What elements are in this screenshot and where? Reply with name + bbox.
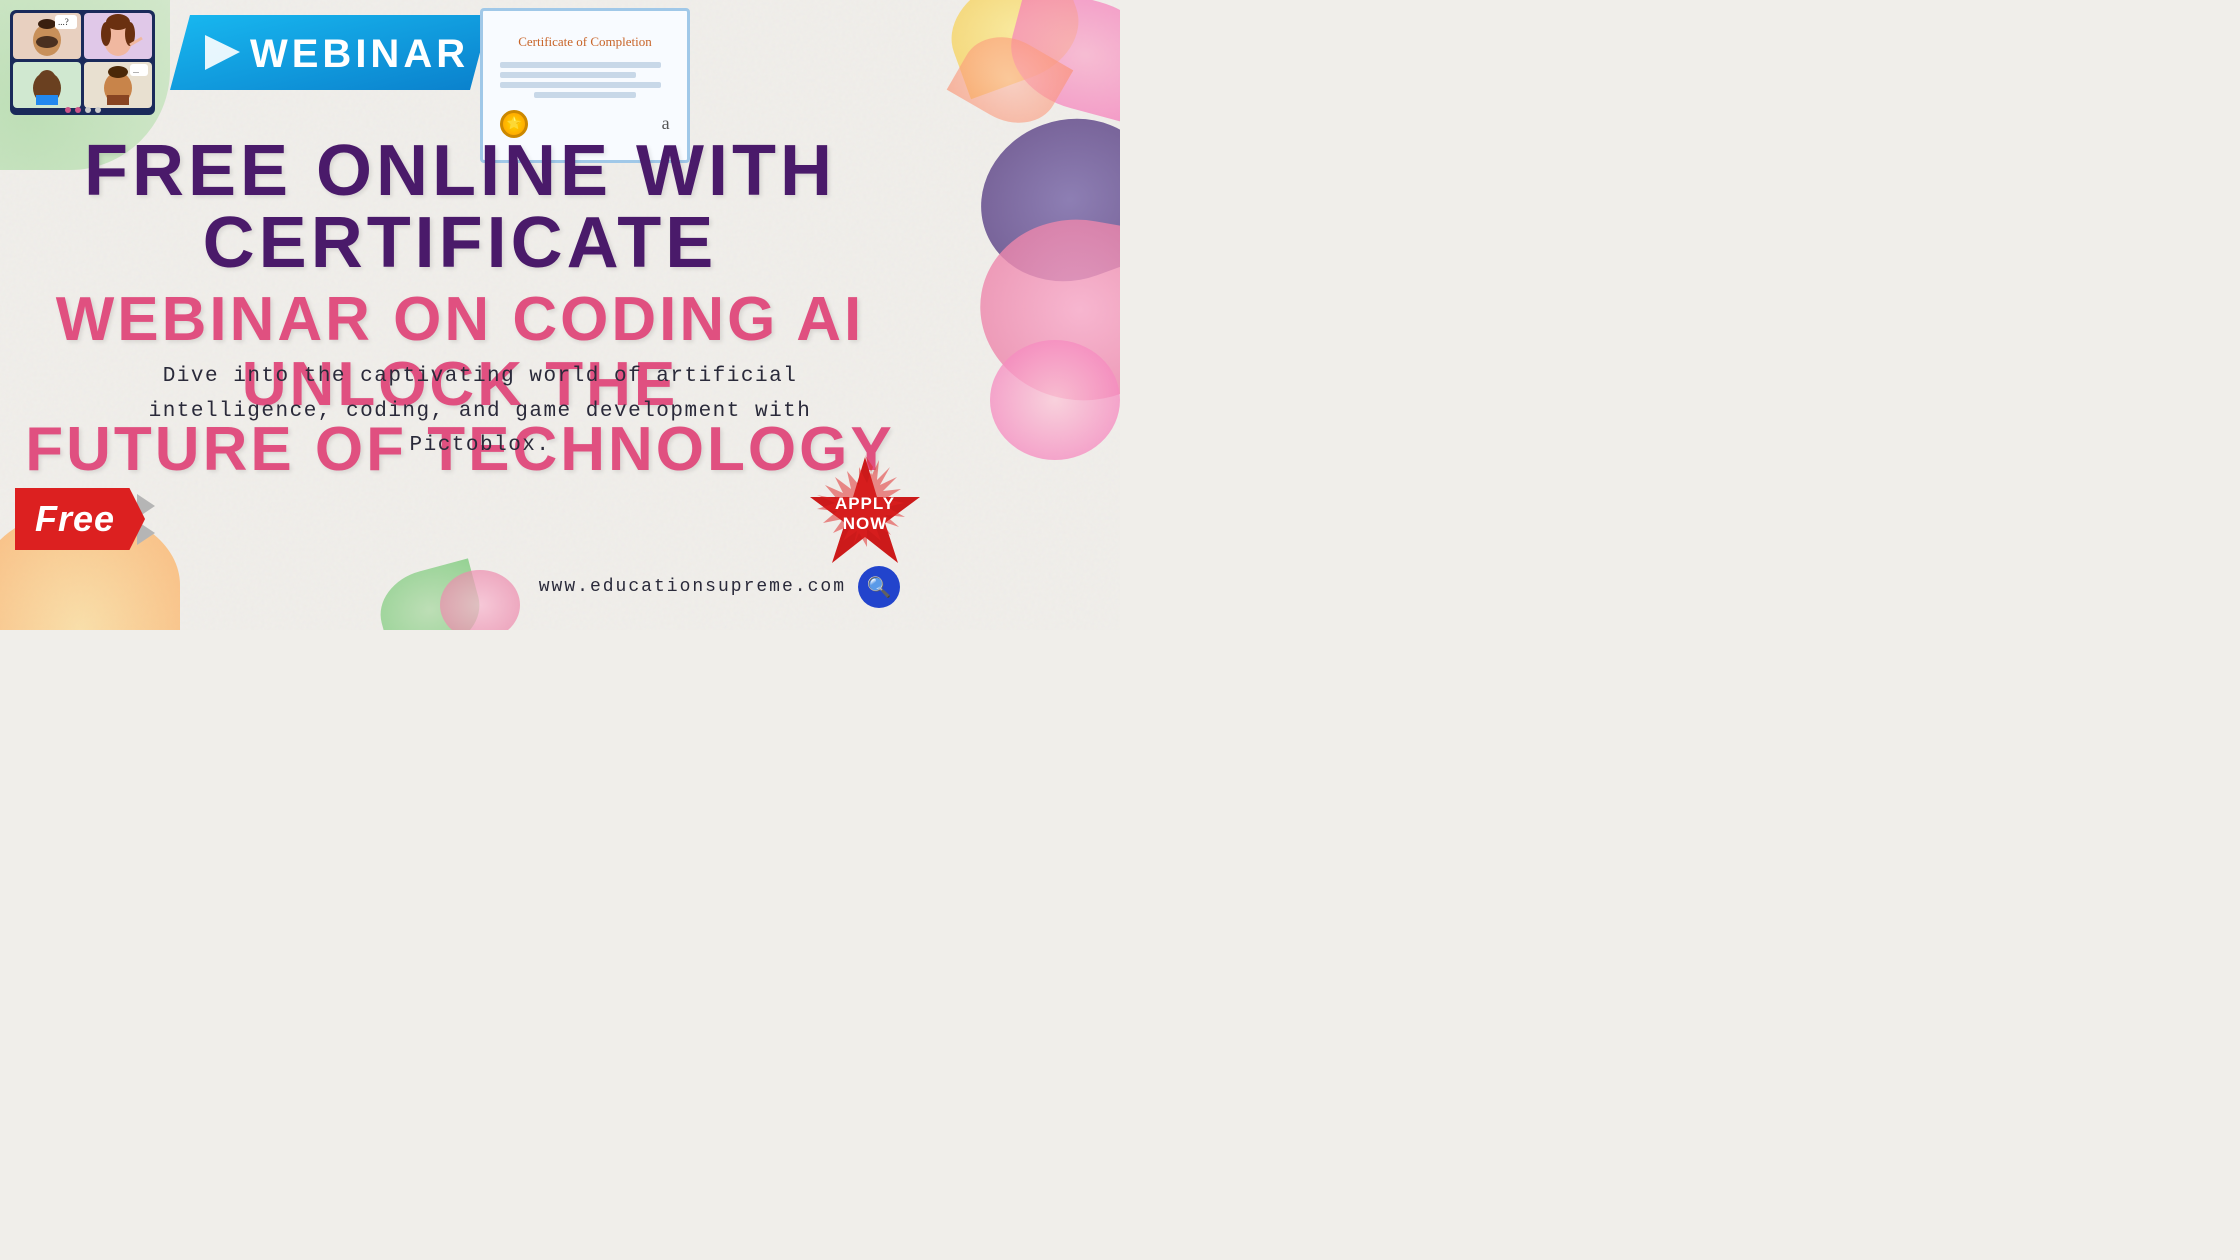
- certificate-title: Certificate of Completion: [518, 34, 652, 50]
- svg-text:NOW: NOW: [843, 514, 888, 533]
- svg-text:APPLY: APPLY: [835, 494, 895, 513]
- footer-website: www.educationsupreme.com 🔍: [539, 566, 900, 608]
- apply-now-container[interactable]: APPLY NOW: [805, 455, 925, 575]
- deco-bottom-center: [380, 550, 560, 630]
- svg-text:WEBINAR: WEBINAR: [250, 32, 469, 76]
- webinar-video-image: ...? ...: [10, 10, 155, 115]
- certificate-lines: [500, 58, 669, 102]
- description-text: Dive into the captivating world of artif…: [130, 360, 830, 464]
- page: ...? ...: [0, 0, 1120, 630]
- svg-text:...: ...: [133, 66, 139, 75]
- webinar-badge[interactable]: WEBINAR: [160, 15, 500, 90]
- cert-line-1: [500, 62, 661, 68]
- deco-right-floral: [920, 120, 1120, 470]
- search-icon: 🔍: [867, 575, 892, 600]
- svg-text:...?: ...?: [58, 17, 69, 27]
- website-url[interactable]: www.educationsupreme.com: [539, 577, 846, 597]
- cert-line-2: [500, 72, 635, 78]
- deco-bc-pink: [440, 570, 520, 630]
- cert-line-4: [534, 92, 636, 98]
- free-badge[interactable]: Free: [15, 488, 155, 550]
- title-free-online: FREE ONLINE WITH CERTIFICATE: [20, 135, 900, 279]
- cert-line-3: [500, 82, 661, 88]
- search-icon-circle[interactable]: 🔍: [858, 566, 900, 608]
- floral-pink-small: [990, 340, 1120, 460]
- free-label: Free: [15, 488, 145, 550]
